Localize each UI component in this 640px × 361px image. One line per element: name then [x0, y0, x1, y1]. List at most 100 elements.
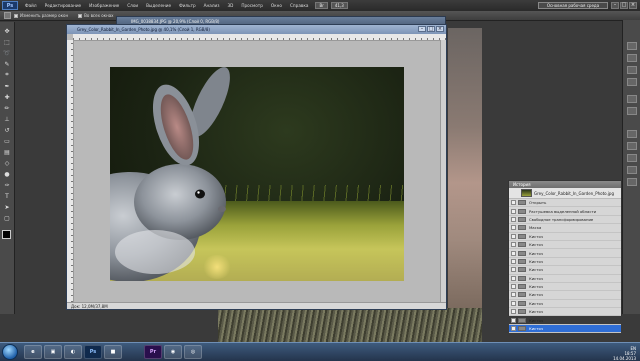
- image-canvas[interactable]: [110, 67, 404, 281]
- dock-panel-icon-9[interactable]: [627, 154, 637, 162]
- history-state-row[interactable]: Кисточ: [509, 258, 621, 267]
- taskbar-app-7[interactable]: ◎: [184, 345, 202, 359]
- history-state-row[interactable]: Кисточ: [509, 233, 621, 241]
- history-state-row[interactable]: Кисточ: [509, 266, 621, 275]
- history-source-checkbox[interactable]: [511, 309, 516, 315]
- menu-select[interactable]: Выделение: [142, 3, 175, 8]
- history-state-row[interactable]: Кисточ: [509, 308, 621, 317]
- menu-analysis[interactable]: Анализ: [200, 3, 224, 8]
- shape-tool-icon[interactable]: ▢: [2, 213, 12, 223]
- vertical-ruler[interactable]: [67, 40, 74, 302]
- menu-filter[interactable]: Фильтр: [175, 3, 200, 8]
- system-tray[interactable]: EN 18:57 14.04.2013: [613, 346, 636, 361]
- history-source-checkbox[interactable]: [511, 200, 516, 206]
- dock-panel-icon-11[interactable]: [627, 178, 637, 186]
- history-snapshot[interactable]: Grey_Color_Rabbit_In_Garden_Photo.jpg: [509, 188, 621, 199]
- history-state-row[interactable]: Кисточ: [509, 275, 621, 283]
- lasso-tool-icon[interactable]: ➰: [2, 48, 12, 58]
- history-source-checkbox[interactable]: [511, 242, 516, 248]
- taskbar-app-ie[interactable]: e: [24, 345, 42, 359]
- eyedropper-tool-icon[interactable]: ✒: [2, 81, 12, 91]
- history-state-row[interactable]: Кисточ: [509, 283, 621, 292]
- move-tool-icon[interactable]: ✥: [2, 26, 12, 36]
- history-source-checkbox[interactable]: [511, 208, 516, 214]
- resize-windows-checkbox[interactable]: [14, 13, 18, 18]
- zoom-tool-icon[interactable]: [4, 12, 11, 19]
- maximize-button[interactable]: □: [620, 2, 628, 9]
- history-source-checkbox[interactable]: [511, 284, 516, 290]
- history-source-checkbox[interactable]: [511, 275, 516, 281]
- history-state-row[interactable]: Кисточ: [509, 324, 621, 334]
- dock-panel-icon-1[interactable]: [627, 42, 637, 50]
- menu-layers[interactable]: Слои: [123, 3, 142, 8]
- history-state-row[interactable]: Растушевка выделенной области: [509, 207, 621, 216]
- vertical-scrollbar[interactable]: [440, 40, 446, 302]
- pen-tool-icon[interactable]: ✑: [2, 180, 12, 190]
- dock-panel-icon-7[interactable]: [627, 130, 637, 138]
- path-select-tool-icon[interactable]: ➤: [2, 202, 12, 212]
- zoom-level[interactable]: 41,3: [330, 2, 348, 9]
- taskbar-app-photoshop[interactable]: Ps: [84, 345, 102, 359]
- history-state-row[interactable]: Кисточ: [509, 291, 621, 300]
- dock-panel-icon-6[interactable]: [627, 107, 637, 115]
- dock-panel-icon-8[interactable]: [627, 142, 637, 150]
- dock-panel-icon-4[interactable]: [627, 78, 637, 86]
- dodge-tool-icon[interactable]: ●: [2, 169, 12, 179]
- dock-panel-icon-5[interactable]: [627, 95, 637, 103]
- history-source-checkbox[interactable]: [511, 326, 516, 332]
- type-tool-icon[interactable]: T: [2, 191, 12, 201]
- blur-tool-icon[interactable]: ◇: [2, 158, 12, 168]
- start-button[interactable]: [2, 344, 18, 360]
- eraser-tool-icon[interactable]: ▭: [2, 136, 12, 146]
- minimize-button[interactable]: –: [611, 2, 619, 9]
- doc-maximize-button[interactable]: □: [427, 26, 435, 32]
- gradient-tool-icon[interactable]: ▤: [2, 147, 12, 157]
- taskbar-app-media[interactable]: ◐: [64, 345, 82, 359]
- document-title-bar[interactable]: Grey_Color_Rabbit_In_Garden_Photo.jpg @ …: [67, 25, 446, 34]
- healing-tool-icon[interactable]: ✚: [2, 92, 12, 102]
- history-brush-tool-icon[interactable]: ↺: [2, 125, 12, 135]
- marquee-tool-icon[interactable]: ⬚: [2, 37, 12, 47]
- history-source-checkbox[interactable]: [511, 300, 516, 306]
- close-button[interactable]: ×: [629, 2, 637, 9]
- crop-tool-icon[interactable]: ⌗: [2, 70, 12, 80]
- doc-minimize-button[interactable]: –: [418, 26, 426, 32]
- history-panel-title[interactable]: История: [509, 181, 621, 188]
- menu-file[interactable]: Файл: [21, 3, 41, 8]
- history-state-row[interactable]: Кисточ: [509, 316, 621, 325]
- history-source-checkbox[interactable]: [511, 216, 516, 222]
- horizontal-ruler[interactable]: [73, 34, 446, 41]
- dock-panel-icon-2[interactable]: [627, 54, 637, 62]
- history-source-checkbox[interactable]: [511, 292, 516, 298]
- tray-date[interactable]: 14.04.2013: [613, 356, 636, 361]
- menu-window[interactable]: Окно: [267, 3, 286, 8]
- all-windows-option[interactable]: Во всех окнах: [78, 13, 114, 18]
- resize-windows-option[interactable]: Изменить размер окон: [14, 13, 68, 18]
- history-state-row[interactable]: Кисточ: [509, 300, 621, 309]
- history-state-row[interactable]: Кисточ: [509, 241, 621, 250]
- menu-edit[interactable]: Редактирование: [41, 3, 86, 8]
- bridge-button[interactable]: Br: [315, 2, 328, 9]
- history-source-checkbox[interactable]: [511, 225, 516, 231]
- menu-help[interactable]: Справка: [286, 3, 312, 8]
- history-state-row[interactable]: Кисточ: [509, 249, 621, 258]
- taskbar-app-explorer[interactable]: ▣: [44, 345, 62, 359]
- foreground-color-swatch[interactable]: [2, 230, 11, 239]
- history-state-row[interactable]: Открыть: [509, 199, 621, 208]
- menu-3d[interactable]: 3D: [223, 3, 237, 8]
- history-state-row[interactable]: Свободное трансформирование: [509, 216, 621, 225]
- stamp-tool-icon[interactable]: ⊥: [2, 114, 12, 124]
- dock-panel-icon-10[interactable]: [627, 166, 637, 174]
- taskbar-app-premiere[interactable]: Pr: [144, 345, 162, 359]
- all-windows-checkbox[interactable]: [78, 13, 83, 18]
- menu-view[interactable]: Просмотр: [237, 3, 267, 8]
- taskbar-app-4[interactable]: ■: [104, 345, 122, 359]
- dock-panel-icon-3[interactable]: [627, 66, 637, 74]
- history-source-checkbox[interactable]: [511, 233, 516, 239]
- menu-image[interactable]: Изображение: [85, 3, 123, 8]
- history-source-checkbox[interactable]: [511, 267, 516, 273]
- workspace-switcher[interactable]: Основная рабочая среда: [538, 2, 608, 9]
- doc-close-button[interactable]: ×: [436, 26, 444, 32]
- history-source-checkbox[interactable]: [511, 258, 516, 264]
- taskbar-app-6[interactable]: ◉: [164, 345, 182, 359]
